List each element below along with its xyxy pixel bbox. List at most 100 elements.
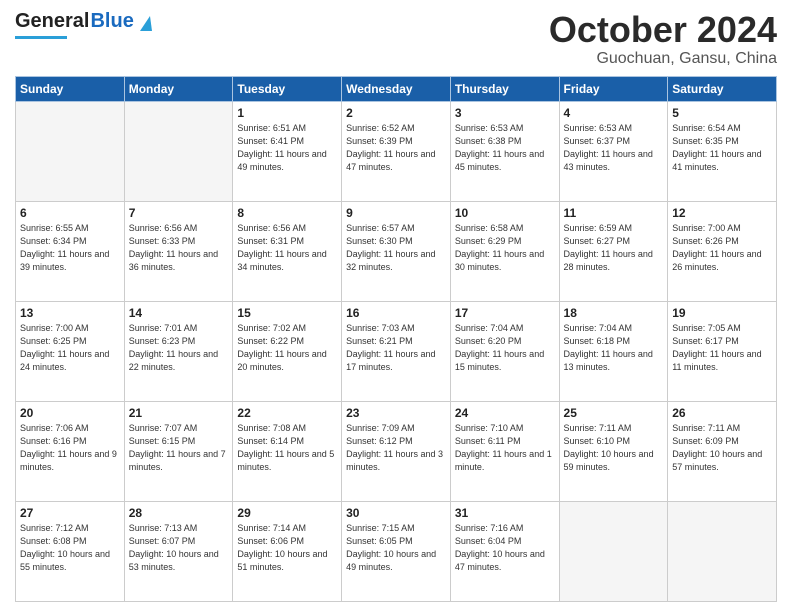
- day-info: Sunrise: 7:09 AMSunset: 6:12 PMDaylight:…: [346, 422, 446, 474]
- col-tuesday: Tuesday: [233, 76, 342, 101]
- table-row: 15Sunrise: 7:02 AMSunset: 6:22 PMDayligh…: [233, 301, 342, 401]
- table-row: 7Sunrise: 6:56 AMSunset: 6:33 PMDaylight…: [124, 201, 233, 301]
- table-row: 16Sunrise: 7:03 AMSunset: 6:21 PMDayligh…: [342, 301, 451, 401]
- day-number: 24: [455, 406, 555, 420]
- day-info: Sunrise: 6:57 AMSunset: 6:30 PMDaylight:…: [346, 222, 446, 274]
- day-number: 17: [455, 306, 555, 320]
- table-row: 19 Sunrise: 7:05 AMSunset: 6:17 PMDayligh…: [668, 301, 777, 401]
- table-row: [559, 501, 668, 601]
- col-thursday: Thursday: [450, 76, 559, 101]
- day-number: 13: [20, 306, 120, 320]
- col-sunday: Sunday: [16, 76, 125, 101]
- day-number: 6: [20, 206, 120, 220]
- table-row: 29Sunrise: 7:14 AMSunset: 6:06 PMDayligh…: [233, 501, 342, 601]
- day-number: 16: [346, 306, 446, 320]
- logo: General Blue: [15, 10, 152, 39]
- logo-general-text: General: [15, 10, 89, 33]
- table-row: [16, 101, 125, 201]
- day-info: Sunrise: 7:11 AMSunset: 6:10 PMDaylight:…: [564, 422, 664, 474]
- logo-underline: [15, 36, 67, 39]
- page: General Blue October 2024 Guochuan, Gans…: [0, 0, 792, 612]
- day-info: Sunrise: 6:56 AMSunset: 6:31 PMDaylight:…: [237, 222, 337, 274]
- day-info: Sunrise: 7:10 AMSunset: 6:11 PMDaylight:…: [455, 422, 555, 474]
- day-info: Sunrise: 7:12 AMSunset: 6:08 PMDaylight:…: [20, 522, 120, 574]
- col-wednesday: Wednesday: [342, 76, 451, 101]
- day-info: Sunrise: 6:55 AMSunset: 6:34 PMDaylight:…: [20, 222, 120, 274]
- day-number: 4: [564, 106, 664, 120]
- calendar-table: Sunday Monday Tuesday Wednesday Thursday…: [15, 76, 777, 602]
- day-number: 28: [129, 506, 229, 520]
- calendar-week-row: 27 Sunrise: 7:12 AMSunset: 6:08 PMDayligh…: [16, 501, 777, 601]
- calendar-header-row: Sunday Monday Tuesday Wednesday Thursday…: [16, 76, 777, 101]
- day-info: Sunrise: 6:53 AMSunset: 6:38 PMDaylight:…: [455, 122, 555, 174]
- day-info: Sunrise: 7:15 AMSunset: 6:05 PMDaylight:…: [346, 522, 446, 574]
- day-number: 20: [20, 406, 120, 420]
- day-number: 9: [346, 206, 446, 220]
- day-number: 30: [346, 506, 446, 520]
- table-row: [124, 101, 233, 201]
- day-info: Sunrise: 7:02 AMSunset: 6:22 PMDaylight:…: [237, 322, 337, 374]
- day-info: Sunrise: 7:00 AMSunset: 6:26 PMDaylight:…: [672, 222, 772, 274]
- day-number: 31: [455, 506, 555, 520]
- table-row: 22 Sunrise: 7:08 AMSunset: 6:14 PMDayligh…: [233, 401, 342, 501]
- day-info: Sunrise: 6:52 AMSunset: 6:39 PMDaylight:…: [346, 122, 446, 174]
- col-saturday: Saturday: [668, 76, 777, 101]
- day-number: 11: [564, 206, 664, 220]
- day-number: 27: [20, 506, 120, 520]
- table-row: 18Sunrise: 7:04 AMSunset: 6:18 PMDayligh…: [559, 301, 668, 401]
- table-row: 14 Sunrise: 7:01 AMSunset: 6:23 PMDayligh…: [124, 301, 233, 401]
- table-row: 17 Sunrise: 7:04 AMSunset: 6:20 PMDayligh…: [450, 301, 559, 401]
- table-row: 30 Sunrise: 7:15 AMSunset: 6:05 PMDayligh…: [342, 501, 451, 601]
- table-row: 1 Sunrise: 6:51 AMSunset: 6:41 PMDaylight…: [233, 101, 342, 201]
- day-info: Sunrise: 7:11 AMSunset: 6:09 PMDaylight:…: [672, 422, 772, 474]
- day-info: Sunrise: 7:05 AMSunset: 6:17 PMDaylight:…: [672, 322, 772, 374]
- day-info: Sunrise: 7:16 AMSunset: 6:04 PMDaylight:…: [455, 522, 555, 574]
- col-friday: Friday: [559, 76, 668, 101]
- table-row: 9 Sunrise: 6:57 AMSunset: 6:30 PMDaylight…: [342, 201, 451, 301]
- table-row: 20 Sunrise: 7:06 AMSunset: 6:16 PMDayligh…: [16, 401, 125, 501]
- table-row: 23Sunrise: 7:09 AMSunset: 6:12 PMDayligh…: [342, 401, 451, 501]
- table-row: 28 Sunrise: 7:13 AMSunset: 6:07 PMDayligh…: [124, 501, 233, 601]
- day-number: 25: [564, 406, 664, 420]
- day-info: Sunrise: 6:51 AMSunset: 6:41 PMDaylight:…: [237, 122, 337, 174]
- table-row: 31 Sunrise: 7:16 AMSunset: 6:04 PMDayligh…: [450, 501, 559, 601]
- logo-blue-text: Blue: [90, 10, 133, 33]
- day-info: Sunrise: 6:58 AMSunset: 6:29 PMDaylight:…: [455, 222, 555, 274]
- table-row: 12Sunrise: 7:00 AMSunset: 6:26 PMDayligh…: [668, 201, 777, 301]
- calendar-week-row: 6 Sunrise: 6:55 AMSunset: 6:34 PMDaylight…: [16, 201, 777, 301]
- calendar-week-row: 20 Sunrise: 7:06 AMSunset: 6:16 PMDayligh…: [16, 401, 777, 501]
- table-row: 6 Sunrise: 6:55 AMSunset: 6:34 PMDaylight…: [16, 201, 125, 301]
- day-info: Sunrise: 7:14 AMSunset: 6:06 PMDaylight:…: [237, 522, 337, 574]
- table-row: 2Sunrise: 6:52 AMSunset: 6:39 PMDaylight…: [342, 101, 451, 201]
- day-info: Sunrise: 6:56 AMSunset: 6:33 PMDaylight:…: [129, 222, 229, 274]
- day-info: Sunrise: 7:08 AMSunset: 6:14 PMDaylight:…: [237, 422, 337, 474]
- table-row: 5 Sunrise: 6:54 AMSunset: 6:35 PMDaylight…: [668, 101, 777, 201]
- day-info: Sunrise: 7:13 AMSunset: 6:07 PMDaylight:…: [129, 522, 229, 574]
- day-info: Sunrise: 7:04 AMSunset: 6:20 PMDaylight:…: [455, 322, 555, 374]
- col-monday: Monday: [124, 76, 233, 101]
- calendar-week-row: 1 Sunrise: 6:51 AMSunset: 6:41 PMDaylight…: [16, 101, 777, 201]
- day-info: Sunrise: 7:07 AMSunset: 6:15 PMDaylight:…: [129, 422, 229, 474]
- table-row: 21Sunrise: 7:07 AMSunset: 6:15 PMDayligh…: [124, 401, 233, 501]
- table-row: 27 Sunrise: 7:12 AMSunset: 6:08 PMDayligh…: [16, 501, 125, 601]
- calendar-location: Guochuan, Gansu, China: [549, 50, 777, 68]
- day-number: 8: [237, 206, 337, 220]
- day-number: 5: [672, 106, 772, 120]
- day-number: 3: [455, 106, 555, 120]
- table-row: 25 Sunrise: 7:11 AMSunset: 6:10 PMDayligh…: [559, 401, 668, 501]
- day-number: 22: [237, 406, 337, 420]
- title-block: October 2024 Guochuan, Gansu, China: [549, 10, 777, 68]
- table-row: 11Sunrise: 6:59 AMSunset: 6:27 PMDayligh…: [559, 201, 668, 301]
- day-number: 14: [129, 306, 229, 320]
- table-row: 10Sunrise: 6:58 AMSunset: 6:29 PMDayligh…: [450, 201, 559, 301]
- day-number: 26: [672, 406, 772, 420]
- day-info: Sunrise: 6:54 AMSunset: 6:35 PMDaylight:…: [672, 122, 772, 174]
- day-info: Sunrise: 7:01 AMSunset: 6:23 PMDaylight:…: [129, 322, 229, 374]
- day-info: Sunrise: 7:06 AMSunset: 6:16 PMDaylight:…: [20, 422, 120, 474]
- logo-top: General Blue: [15, 10, 152, 33]
- day-number: 19: [672, 306, 772, 320]
- day-number: 1: [237, 106, 337, 120]
- table-row: [668, 501, 777, 601]
- day-number: 18: [564, 306, 664, 320]
- table-row: 4Sunrise: 6:53 AMSunset: 6:37 PMDaylight…: [559, 101, 668, 201]
